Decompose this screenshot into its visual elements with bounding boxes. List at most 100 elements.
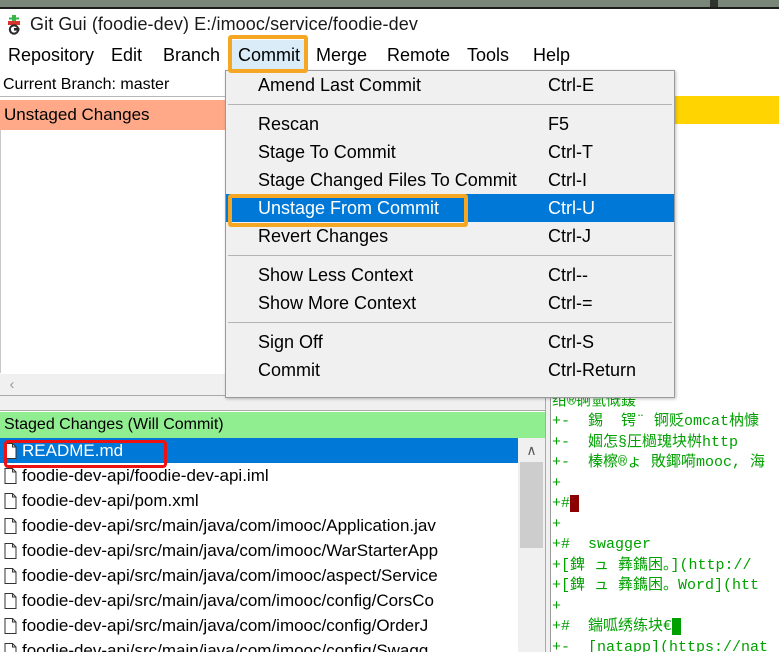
menu-bar[interactable]: Repository Edit Branch Commit Merge Remote Too… (0, 40, 779, 70)
menu-item-label: Show More Context (258, 293, 417, 313)
diff-line-text: + (552, 515, 562, 533)
file-icon (4, 443, 17, 459)
staged-file-row[interactable]: foodie-dev-api/src/main/java/com/imooc/c… (0, 613, 545, 638)
diff-line: +[錍 ュ 彝鐫困。Word](htt (551, 576, 779, 597)
diff-line-text: +# swagger (552, 536, 652, 553)
git-gui-icon (5, 15, 24, 35)
staged-list-scrollbar[interactable]: ∧ (518, 438, 545, 652)
menu-item-label: Stage Changed Files To Commit (258, 170, 517, 190)
menu-merge[interactable]: Merge (310, 40, 373, 70)
menu-item-rescan[interactable]: Rescan F5 (226, 110, 674, 138)
menu-item-accelerator: F5 (548, 114, 570, 134)
staged-file-name: foodie-dev-api/src/main/java/com/imooc/a… (22, 566, 438, 585)
diff-cursor-block (672, 618, 682, 635)
staged-file-row[interactable]: foodie-dev-api/src/main/java/com/imooc/W… (0, 538, 545, 563)
menu-item-accelerator: Ctrl-U (548, 198, 595, 218)
strip-segment (0, 0, 710, 7)
staged-file-row[interactable]: foodie-dev-api/foodie-dev-api.iml (0, 463, 545, 488)
staged-changes-header: Staged Changes (Will Commit) (0, 412, 545, 438)
staged-file-name: foodie-dev-api/src/main/java/com/imooc/A… (22, 516, 436, 535)
diff-line-text: + (552, 597, 562, 615)
menu-item-sign-off[interactable]: Sign Off Ctrl-S (226, 328, 674, 356)
menu-item-revert-changes[interactable]: Revert Changes Ctrl-J (226, 222, 674, 250)
menu-help[interactable]: Help (527, 40, 576, 70)
scroll-up-arrow-icon[interactable]: ∧ (518, 438, 545, 462)
scrollbar-thumb[interactable] (520, 462, 543, 548)
staged-file-name: foodie-dev-api/src/main/java/com/imooc/c… (22, 641, 429, 652)
current-branch-label: Current Branch: master (0, 72, 228, 97)
diff-line: + (551, 474, 779, 495)
staged-file-name: foodie-dev-api/src/main/java/com/imooc/W… (22, 541, 439, 560)
menu-item-accelerator: Ctrl-I (548, 170, 587, 190)
diff-line: + (551, 515, 779, 536)
diff-line-text: +- [natapp](https://nat (552, 638, 769, 652)
window-title: Git Gui (foodie-dev) E:/imooc/service/fo… (30, 14, 418, 34)
diff-line: +- 婟怎§圧檛瑰块桝http (551, 433, 779, 454)
file-icon (4, 568, 17, 584)
unstaged-changes-header: Unstaged Changes (0, 100, 228, 130)
diff-line: +- 錫 锷¨ 锕贬omcat枘慷 (551, 412, 779, 433)
diff-line-text: +[錍 ュ 彝鐫困。](http:// (552, 556, 752, 574)
diff-line-text: +- 榛檫®ょ 敗鎁嗬mooc, 海 (552, 454, 766, 471)
file-icon (4, 593, 17, 609)
menu-commit[interactable]: Commit (232, 40, 306, 70)
staged-file-row[interactable]: foodie-dev-api/src/main/java/com/imooc/a… (0, 563, 545, 588)
menu-item-show-less-context[interactable]: Show Less Context Ctrl-- (226, 261, 674, 289)
staged-file-row[interactable]: foodie-dev-api/src/main/java/com/imooc/c… (0, 588, 545, 613)
menu-item-label: Sign Off (258, 332, 323, 352)
menu-separator (228, 322, 672, 323)
menu-item-accelerator: Ctrl-- (548, 265, 588, 285)
file-icon (4, 618, 17, 634)
menu-item-commit[interactable]: Commit Ctrl-Return (226, 356, 674, 384)
menu-branch[interactable]: Branch (157, 40, 226, 70)
menu-item-label: Show Less Context (258, 265, 414, 285)
menu-item-accelerator: Ctrl-Return (548, 360, 637, 380)
staged-file-name: foodie-dev-api/src/main/java/com/imooc/c… (22, 591, 434, 610)
menu-item-accelerator: Ctrl-S (548, 332, 594, 352)
staged-file-name: foodie-dev-api/pom.xml (22, 491, 199, 510)
staged-file-row[interactable]: foodie-dev-api/src/main/java/com/imooc/A… (0, 513, 545, 538)
menu-item-stage-changed-files-to-commit[interactable]: Stage Changed Files To Commit Ctrl-I (226, 166, 674, 194)
menu-remote[interactable]: Remote (381, 40, 456, 70)
file-icon (4, 493, 17, 509)
staged-file-name: README.md (22, 441, 124, 460)
diff-line: +- [natapp](https://nat (551, 638, 779, 652)
staged-changes-list[interactable]: README.md foodie-dev-api/foodie-dev-api.i… (0, 438, 545, 652)
menu-item-label: Unstage From Commit (258, 198, 440, 218)
menu-tools[interactable]: Tools (461, 40, 515, 70)
desktop-top-strip (0, 0, 779, 9)
diff-line-text: +# (552, 495, 571, 512)
file-icon (4, 643, 17, 652)
diff-line: +# (551, 494, 779, 515)
commit-menu-dropdown[interactable]: Amend Last Commit Ctrl-E Rescan F5 Stage To … (225, 70, 675, 398)
menu-item-label: Revert Changes (258, 226, 389, 246)
diff-line-text: +- 錫 锷¨ 锕贬omcat枘慷 (552, 413, 760, 430)
menu-item-accelerator: Ctrl-E (548, 75, 594, 95)
title-bar: Git Gui (foodie-dev) E:/imooc/service/fo… (0, 9, 779, 39)
diff-line: +# 鍴呱绣练块€ (551, 617, 779, 638)
staged-file-row[interactable]: foodie-dev-api/src/main/java/com/imooc/c… (0, 638, 545, 652)
menu-item-label: Commit (258, 360, 320, 380)
staged-file-name: foodie-dev-api/src/main/java/com/imooc/c… (22, 616, 429, 635)
menu-item-label: Amend Last Commit (258, 75, 422, 95)
menu-item-amend-last-commit[interactable]: Amend Last Commit Ctrl-E (226, 71, 674, 99)
staged-file-row[interactable]: foodie-dev-api/pom.xml (0, 488, 545, 513)
menu-item-accelerator: Ctrl-T (548, 142, 593, 162)
diff-line-text: +# 鍴呱绣练块€ (552, 618, 673, 635)
menu-repository[interactable]: Repository (2, 40, 100, 70)
menu-separator (228, 104, 672, 105)
staged-file-row[interactable]: README.md (0, 438, 545, 463)
diff-line-text: +[錍 ュ 彝鐫困。Word](htt (552, 577, 760, 594)
diff-cursor-block (570, 495, 580, 512)
menu-item-show-more-context[interactable]: Show More Context Ctrl-= (226, 289, 674, 317)
file-icon (4, 518, 17, 534)
menu-separator (228, 255, 672, 256)
file-icon (4, 468, 17, 484)
menu-item-unstage-from-commit[interactable]: Unstage From Commit Ctrl-U (226, 194, 674, 222)
strip-segment (718, 0, 779, 7)
menu-item-stage-to-commit[interactable]: Stage To Commit Ctrl-T (226, 138, 674, 166)
staged-file-name: foodie-dev-api/foodie-dev-api.iml (22, 466, 269, 485)
unstaged-changes-list[interactable] (0, 130, 228, 373)
menu-edit[interactable]: Edit (105, 40, 148, 70)
scroll-left-arrow-icon[interactable]: ‹ (4, 377, 20, 392)
